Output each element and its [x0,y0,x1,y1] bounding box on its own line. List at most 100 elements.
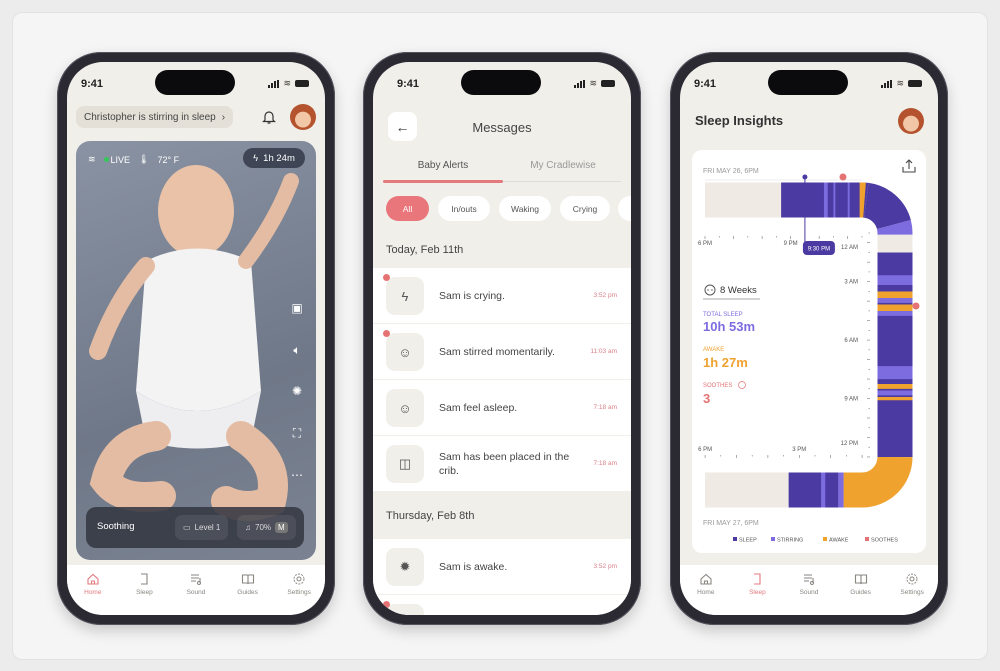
lightning-icon: ϟ [253,152,259,164]
dynamic-island [155,70,235,95]
live-video[interactable]: ≋ LIVE 🌡︎ 72° F ϟ 1h 24m ▣ 🔈︎ ✺ ⛶ ⋯ Soothi… [76,141,316,560]
filter-more[interactable] [618,196,631,221]
legend-swatch [733,537,737,541]
nav-settings[interactable]: Settings [889,572,935,615]
message-row[interactable]: ☺ Sam has been awake for [373,595,631,615]
battery-icon [601,80,615,87]
legend-swatch [823,537,827,541]
level-label: Level 1 [194,523,221,532]
chevron-right-icon: › [221,111,226,123]
music-note-icon: ♫ [245,523,251,532]
legend-swatch [865,537,869,541]
message-row[interactable]: ☺ Sam feel asleep. 7:18 am [373,380,631,436]
filter-inouts[interactable]: In/outs [438,196,490,221]
sleep-duration-pill: ϟ 1h 24m [243,148,305,168]
message-time: 11:03 am [590,348,617,355]
nav-label: Settings [287,589,311,596]
nav-home[interactable]: Home [70,572,116,615]
bell-icon[interactable] [262,109,276,125]
status-time: 9:41 [397,78,420,90]
live-label: LIVE [110,154,131,165]
baby-face-icon: ☺ [386,604,424,615]
crib-icon: ◫ [386,445,424,483]
nav-sleep[interactable]: Sleep [734,572,780,615]
message-row[interactable]: ◫ Sam has been placed in the crib. 7:18 am [373,436,631,492]
soothes-label: SOOTHES [703,383,732,389]
home-screen: 9:41 ≋ Christopher is stirring in sleep ›… [67,62,325,615]
marker-dot [802,174,808,180]
nav-home[interactable]: Home [683,572,729,615]
active-tab-indicator [383,180,503,183]
section-header: Thursday, Feb 8th [386,509,475,522]
total-sleep-value: 10h 53m [703,319,755,334]
age-label[interactable]: 8 Weeks [720,285,757,296]
filter-all[interactable]: All [386,196,429,221]
legend-label: AWAKE [829,538,849,544]
status-time: 9:41 [81,78,104,90]
tab-my-cradlewise[interactable]: My Cradlewise [503,160,623,171]
unread-dot [383,601,390,608]
sleep-timeline-chart: FRI MAY 26, 6PM FRI MAY 27, 6PM 6 PM 9 PM… [698,159,920,544]
gear-icon [906,573,918,585]
bottom-nav: Home Sleep Sound Guides Settings [680,565,938,615]
nav-settings[interactable]: Settings [276,572,322,615]
legend-label: SOOTHES [871,538,898,544]
bottom-nav: Home Sleep Sound Guides Settings [67,565,325,615]
filter-waking[interactable]: Waking [499,196,551,221]
message-text: Sam is awake. [439,561,508,573]
filter-crying[interactable]: Crying [560,196,610,221]
message-row[interactable]: ☺ Sam stirred momentarily. 11:03 am [373,324,631,380]
soothe-dot [912,302,920,310]
picture-in-picture-icon[interactable]: ▣ [288,301,306,319]
music-list-icon [190,574,201,585]
tick-label: 3 PM [792,447,806,453]
message-text: Sam is crying. [439,290,505,302]
tick-label: 9 AM [844,397,858,403]
nav-label: Sleep [749,589,766,596]
crib-icon [141,573,148,585]
alert-text: Christopher is stirring in sleep [84,111,216,123]
nav-sleep[interactable]: Sleep [121,572,167,615]
more-icon[interactable]: ⋯ [288,468,306,486]
signal-icon [268,79,280,88]
baby-face-icon [704,284,716,296]
legend-label: SLEEP [739,538,757,544]
lightning-icon: ϟ [386,277,424,315]
mode-badge: M [275,522,288,533]
message-text: Sam feel asleep. [439,402,518,414]
marker-label: 9:30 PM [808,247,830,253]
info-icon[interactable] [738,381,746,389]
tick-label: 12 AM [841,245,858,251]
nav-guides[interactable]: Guides [225,572,271,615]
gear-icon [293,573,305,585]
awake-value: 1h 27m [703,355,748,370]
soothes-value: 3 [703,391,710,406]
avatar[interactable] [290,104,316,130]
speaker-icon[interactable]: 🔈︎ [288,343,306,361]
share-icon[interactable] [902,159,916,173]
message-text: Sam has been awake for [439,595,589,615]
fullscreen-icon[interactable]: ⛶ [288,426,306,444]
soothing-panel: Soothing ▭ Level 1 ♫ 70% M [86,507,304,548]
awake-label: AWAKE [703,347,724,353]
status-icons: ≋ [574,78,615,89]
crib-icon [754,573,761,585]
tick-label: 9 PM [784,241,798,247]
nav-label: Home [697,589,715,596]
volume-button[interactable]: ♫ 70% M [237,515,296,540]
nav-sound[interactable]: Sound [786,572,832,615]
nav-guides[interactable]: Guides [838,572,884,615]
tab-baby-alerts[interactable]: Baby Alerts [383,160,503,171]
alert-pill[interactable]: Christopher is stirring in sleep › [76,106,234,128]
message-time: 3:52 pm [593,292,618,299]
message-row[interactable]: ✹ Sam is awake. 3:52 pm [373,539,631,595]
message-row[interactable]: ϟ Sam is crying. 3:52 pm [373,268,631,324]
messages-screen: 9:41 ≋ ← Messages Baby Alerts My Cradlew… [373,62,631,615]
message-text: Sam stirred momentarily. [439,346,555,358]
home-icon [87,573,99,585]
camera-shutter-icon[interactable]: ✺ [288,384,306,402]
nav-label: Sound [799,589,819,596]
nav-sound[interactable]: Sound [173,572,219,615]
level-button[interactable]: ▭ Level 1 [175,515,229,540]
legend-swatch [771,537,775,541]
